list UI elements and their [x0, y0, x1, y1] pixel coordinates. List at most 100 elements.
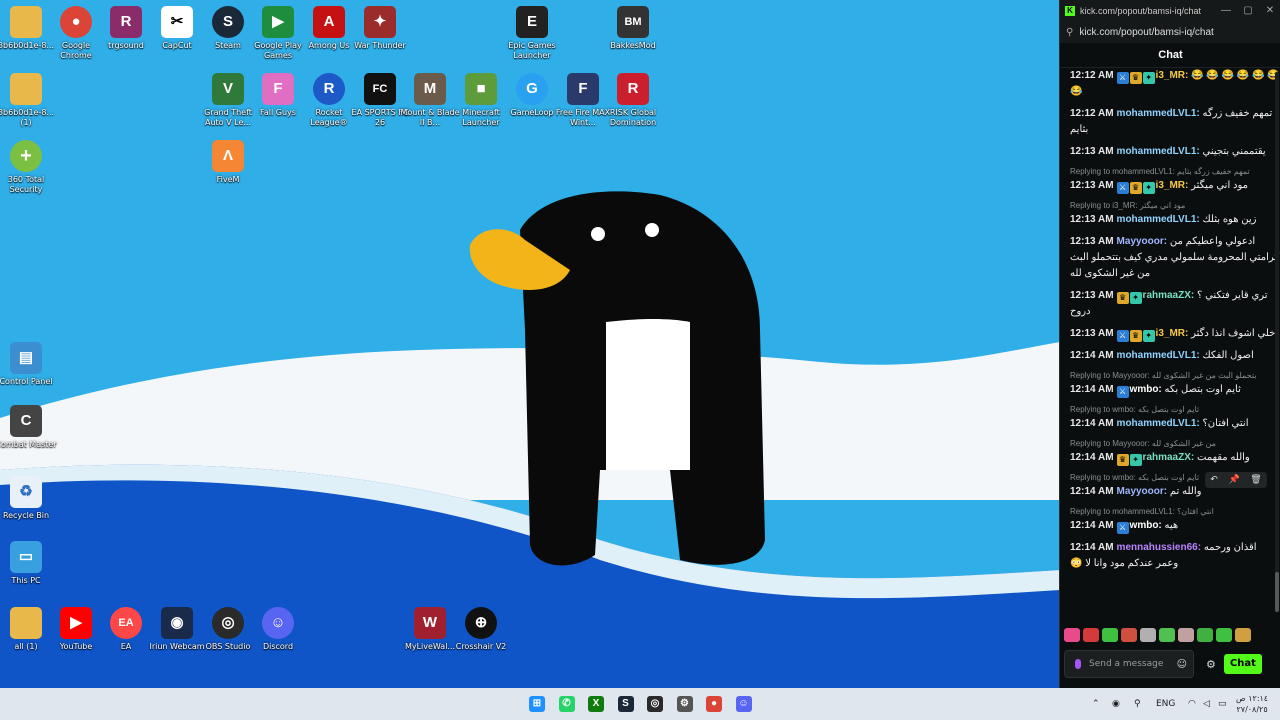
tray-app-icon[interactable]: ◉	[1112, 688, 1120, 720]
message-username[interactable]: rahmaaZX:	[1143, 290, 1195, 301]
chat-message[interactable]: Replying to mohammedLVL1: تمهم خفيف زرگه…	[1070, 166, 1280, 194]
xbox-icon[interactable]: X	[588, 696, 604, 712]
message-username[interactable]: i3_MR:	[1156, 180, 1189, 191]
desktop-icon-discord[interactable]: ☺ Discord	[247, 607, 309, 652]
chat-message[interactable]: 12:14 AM mohammedLVL1: اصول الفكك	[1070, 348, 1280, 364]
chat-message[interactable]: Replying to Mayyooor: بتحملو البث من غير…	[1070, 370, 1280, 398]
start-icon[interactable]: ⊞	[529, 696, 545, 712]
emote-icon[interactable]	[1064, 628, 1080, 642]
pin-icon[interactable]: 📌	[1228, 475, 1239, 485]
desktop-icon-fivem[interactable]: Λ FiveM	[197, 140, 259, 185]
tray-chevron-icon[interactable]: ⌃	[1092, 688, 1100, 720]
message-username[interactable]: mohammedLVL1:	[1117, 108, 1200, 119]
reply-context[interactable]: Replying to i3_MR: مود اني ميگثر	[1070, 200, 1280, 211]
reply-context[interactable]: Replying to mohammedLVL1: انتي افتان؟	[1070, 506, 1280, 517]
system-clock[interactable]: ١٢:١٤ ص ٢٧/٠٨/٢٥	[1236, 693, 1268, 715]
message-username[interactable]: wmbo:	[1130, 384, 1162, 395]
message-username[interactable]: mohammedLVL1:	[1117, 214, 1200, 225]
desktop-icon-control-panel[interactable]: ▤ Control Panel	[0, 342, 57, 387]
emote-icon[interactable]	[1197, 628, 1213, 642]
emote-icon[interactable]	[1102, 628, 1118, 642]
sub-badge-icon: ✦	[1142, 72, 1155, 84]
message-username[interactable]: rahmaaZX:	[1143, 452, 1195, 463]
chat-message[interactable]: Replying to wmbo: ثايم اوت بتصل بكه 12:14…	[1070, 404, 1280, 432]
emote-icon[interactable]	[1235, 628, 1251, 642]
message-text: هيه	[1164, 520, 1179, 531]
chat-scrollbar[interactable]	[1275, 72, 1279, 612]
desktop-icon-bakkesmod[interactable]: BM BakkesMod	[602, 6, 664, 51]
discord-taskbar-icon[interactable]: ☺	[735, 696, 752, 712]
window-titlebar[interactable]: K kick.com/popout/bamsi-iq/chat — ▢ ✕	[1060, 0, 1280, 21]
tray-shield-icon[interactable]: ⚲	[1134, 688, 1141, 720]
reply-icon[interactable]: ↶	[1210, 475, 1218, 485]
message-username[interactable]: mennahussien66:	[1117, 542, 1201, 553]
chat-message[interactable]: 12:12 AM mohammedLVL1: تمهم خفيف زرگه بثا…	[1070, 106, 1280, 138]
chat-message[interactable]: 12:13 AM ⚔ ♛ ✦ i3_MR: خلي اشوف انذا دگثر	[1070, 326, 1280, 342]
wifi-icon[interactable]: ◠	[1188, 688, 1196, 720]
message-username[interactable]: Mayyooor:	[1117, 236, 1168, 247]
delete-icon[interactable]: 🗑	[1250, 475, 1261, 485]
rocket-league-icon: R	[313, 73, 345, 105]
address-bar[interactable]: ⚲ kick.com/popout/bamsi-iq/chat	[1060, 21, 1280, 43]
obs-taskbar-icon[interactable]: ◎	[647, 696, 663, 712]
emoji-picker-icon[interactable]: ☺	[1177, 659, 1187, 670]
desktop-icon-risk[interactable]: R RISK Global Domination	[602, 73, 664, 128]
message-username[interactable]: mohammedLVL1:	[1117, 146, 1200, 157]
chat-settings-icon[interactable]: ⚙	[1206, 658, 1216, 671]
close-icon[interactable]: ✕	[1259, 5, 1280, 16]
site-info-icon[interactable]: ⚲	[1066, 27, 1073, 38]
reply-context[interactable]: Replying to mohammedLVL1: تمهم خفيف زرگه…	[1070, 166, 1280, 177]
whatsapp-icon[interactable]: ✆	[558, 696, 575, 712]
message-username[interactable]: mohammedLVL1:	[1117, 418, 1200, 429]
message-time: 12:14 AM	[1070, 486, 1114, 497]
chat-message[interactable]: 12:13 AM mohammedLVL1: يقتممني بتجيني	[1070, 144, 1280, 160]
message-username[interactable]: i3_MR:	[1156, 70, 1189, 81]
chat-message[interactable]: 12:12 AM ⚔ ♛ ✦ i3_MR: 😂 😂 😂 😂 😂 😂 😂	[1070, 68, 1280, 100]
emote-icon[interactable]	[1140, 628, 1156, 642]
steam-taskbar-icon[interactable]: S	[617, 696, 634, 712]
clock-date: ٢٧/٠٨/٢٥	[1236, 705, 1268, 714]
send-chat-button[interactable]: Chat	[1223, 654, 1262, 674]
emote-icon[interactable]	[1121, 628, 1137, 642]
chrome-taskbar-icon[interactable]: ●	[706, 696, 722, 712]
desktop-icon-this-pc[interactable]: ▭ This PC	[0, 541, 57, 586]
chat-message[interactable]: Replying to mohammedLVL1: انتي افتان؟ 12:…	[1070, 506, 1280, 534]
mic-icon[interactable]	[1075, 659, 1081, 669]
emote-icon[interactable]	[1083, 628, 1099, 642]
chat-message[interactable]: Replying to i3_MR: مود اني ميگثر 12:13 AM…	[1070, 200, 1280, 228]
emote-icon[interactable]	[1159, 628, 1175, 642]
desktop-icon-recycle-bin[interactable]: ♻ Recycle Bin	[0, 476, 57, 521]
settings-taskbar-icon[interactable]: ⚙	[676, 696, 693, 712]
scrollbar-thumb[interactable]	[1275, 572, 1279, 612]
among-us-icon: A	[313, 6, 345, 38]
volume-icon[interactable]: ◁	[1203, 688, 1210, 720]
chat-messages[interactable]: 12:12 AM ⚔ ♛ ✦ i3_MR: 😂 😂 😂 😂 😂 😂 😂 12:12 AM m…	[1060, 68, 1280, 620]
desktop-icon-360-security[interactable]: + 360 Total Security	[0, 140, 57, 195]
reply-context[interactable]: Replying to wmbo: ثايم اوت بتصل بكه	[1070, 404, 1280, 415]
chat-message[interactable]: 12:14 AM mennahussien66: اقذان ورحمه وعمر…	[1070, 540, 1280, 572]
desktop-icon-epic-games[interactable]: E Epic Games Launcher	[501, 6, 563, 61]
message-username[interactable]: mohammedLVL1:	[1117, 350, 1200, 361]
desktop-icon-folder-2[interactable]: 3b6b0d1e-8... (1)	[0, 73, 57, 128]
chat-message[interactable]: 12:13 AM ♛ ✦ rahmaaZX: تري قاير فتكني ؟ درو…	[1070, 288, 1280, 320]
reply-context[interactable]: Replying to Mayyooor: بتحملو البث من غير…	[1070, 370, 1280, 381]
battery-icon[interactable]: ▭	[1218, 688, 1227, 720]
emote-icon[interactable]	[1216, 628, 1232, 642]
minimize-icon[interactable]: —	[1215, 5, 1237, 16]
emote-icon[interactable]	[1178, 628, 1194, 642]
chat-message[interactable]: 12:13 AM Mayyooor: ادعولي واعطيكم من كرام…	[1070, 234, 1280, 282]
message-username[interactable]: wmbo:	[1130, 520, 1162, 531]
chat-message[interactable]: Replying to Mayyooor: من غير الشكوى لله 1…	[1070, 438, 1280, 466]
fall-guys-icon: F	[262, 73, 294, 105]
message-username[interactable]: i3_MR:	[1156, 328, 1189, 339]
message-username[interactable]: Mayyooor:	[1117, 486, 1168, 497]
language-indicator[interactable]: ENG	[1156, 688, 1175, 720]
chat-input[interactable]: Send a message ☺	[1064, 650, 1194, 678]
desktop-icon-crosshair[interactable]: ⊕ Crosshair V2	[450, 607, 512, 652]
maximize-icon[interactable]: ▢	[1237, 5, 1259, 16]
address-url: kick.com/popout/bamsi-iq/chat	[1079, 26, 1214, 38]
desktop-icon-war-thunder[interactable]: ✦ War Thunder	[349, 6, 411, 51]
desktop-icon-combat-master[interactable]: C Combat Master	[0, 405, 57, 450]
reply-context[interactable]: Replying to Mayyooor: من غير الشكوى لله	[1070, 438, 1280, 449]
mount-blade-icon: M	[414, 73, 446, 105]
